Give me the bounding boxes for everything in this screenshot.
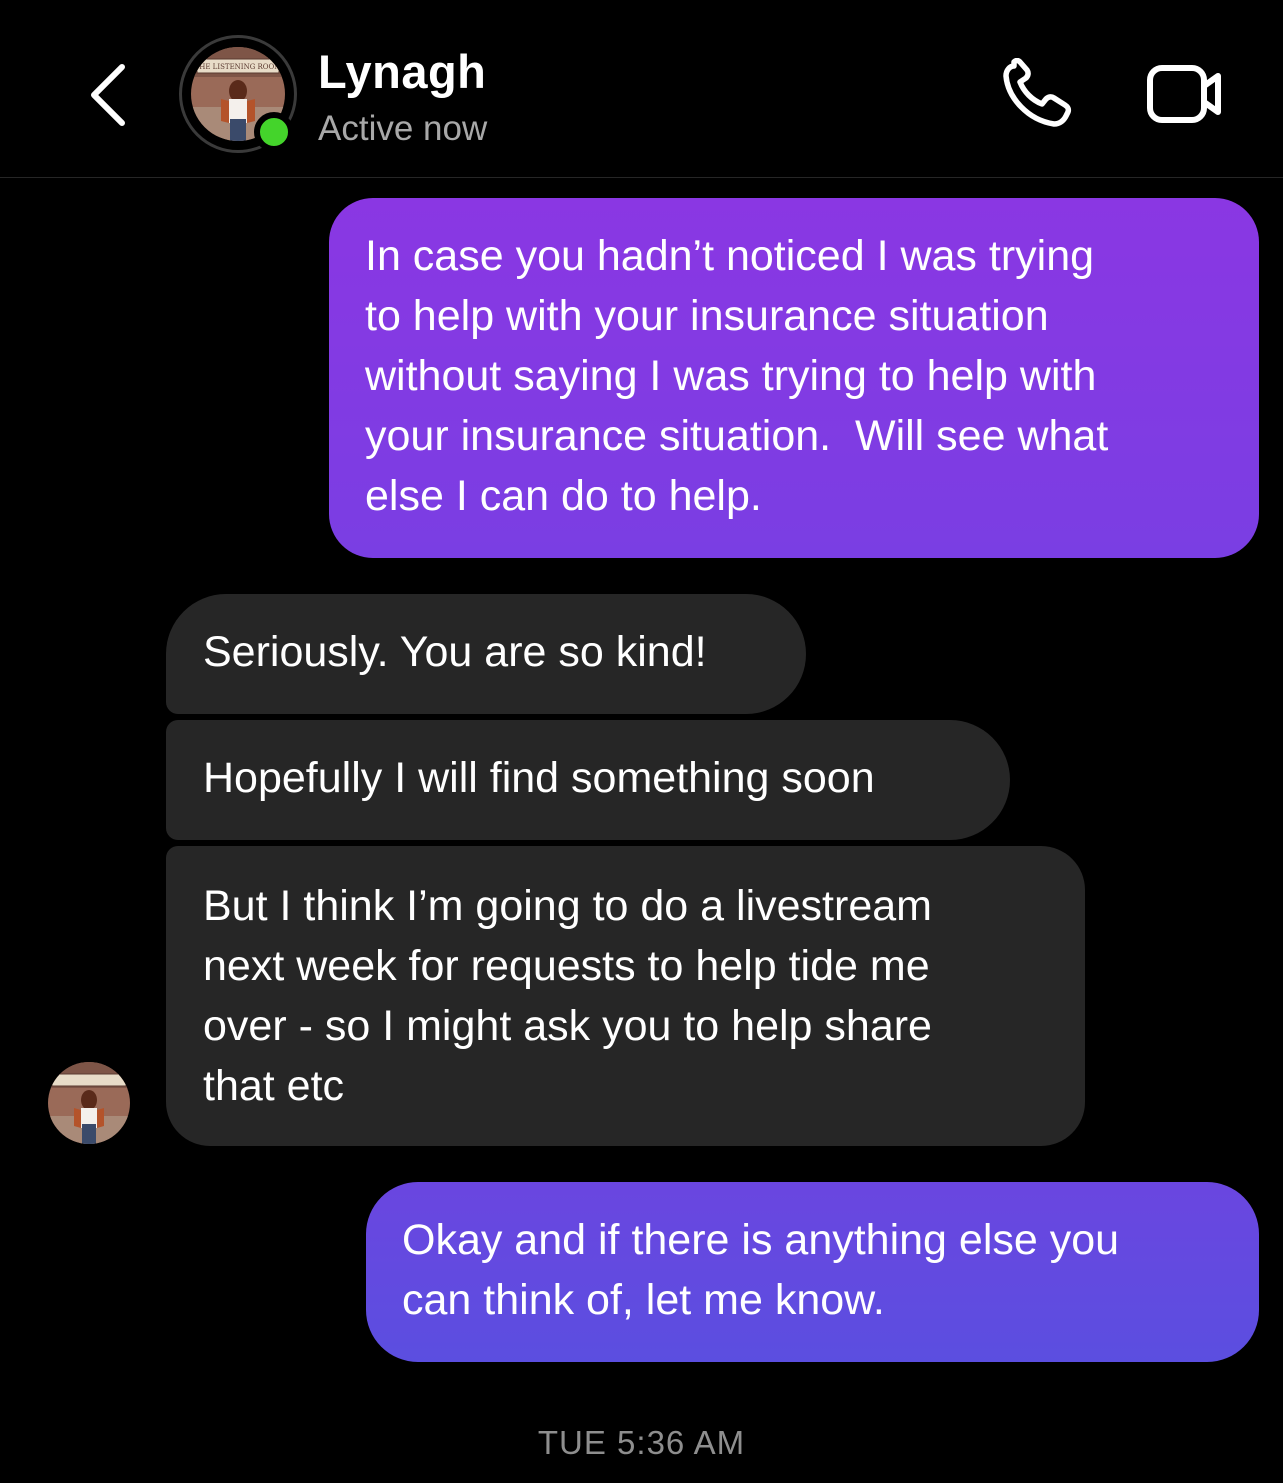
message-timestamp: TUE 5:36 AM (537, 1424, 746, 1461)
message-text-line: else I can do to help. (365, 472, 762, 520)
sender-avatar[interactable] (48, 1062, 130, 1144)
video-call-button[interactable] (1140, 58, 1230, 132)
message-text-line: without saying I was trying to help with (365, 352, 1097, 400)
message-text-line: In case you hadn’t noticed I was trying (365, 232, 1095, 280)
contact-name[interactable]: Lynagh (318, 42, 486, 102)
received-message-bubble[interactable]: But I think I’m going to do a livestream… (166, 846, 1085, 1146)
chevron-left-icon (91, 64, 125, 126)
contact-status: Active now (318, 109, 488, 148)
message-text-line: to help with your insurance situation (365, 292, 1049, 340)
back-button[interactable] (78, 55, 138, 135)
message-text-line: Hopefully I will find something soon (203, 754, 875, 802)
received-message-bubble[interactable]: Seriously. You are so kind! (166, 594, 806, 714)
message-text-line: next week for requests to help tide me (203, 942, 930, 990)
voice-call-button[interactable] (998, 57, 1078, 132)
online-status-indicator (254, 112, 294, 152)
message-text-line: can think of, let me know. (402, 1276, 885, 1324)
message-text-line: But I think I’m going to do a livestream (203, 882, 932, 930)
message-text-line: your insurance situation. Will see what (365, 412, 1109, 460)
message-text-line: Okay and if there is anything else you (402, 1216, 1120, 1264)
sent-message-bubble[interactable]: Okay and if there is anything else you c… (366, 1182, 1259, 1362)
received-message-bubble[interactable]: Hopefully I will find something soon (166, 720, 1010, 840)
video-camera-icon (1147, 65, 1221, 123)
phone-icon (1003, 57, 1072, 127)
sent-message-bubble[interactable]: In case you hadn’t noticed I was trying … (329, 198, 1259, 558)
chat-header: THE LISTENING ROOM Lynagh Active now (0, 0, 1283, 178)
message-text-line: Seriously. You are so kind! (203, 628, 707, 676)
message-text-line: that etc (203, 1062, 345, 1110)
avatar-sign-text: THE LISTENING ROOM (195, 63, 282, 71)
message-text-line: over - so I might ask you to help share (203, 1002, 932, 1050)
